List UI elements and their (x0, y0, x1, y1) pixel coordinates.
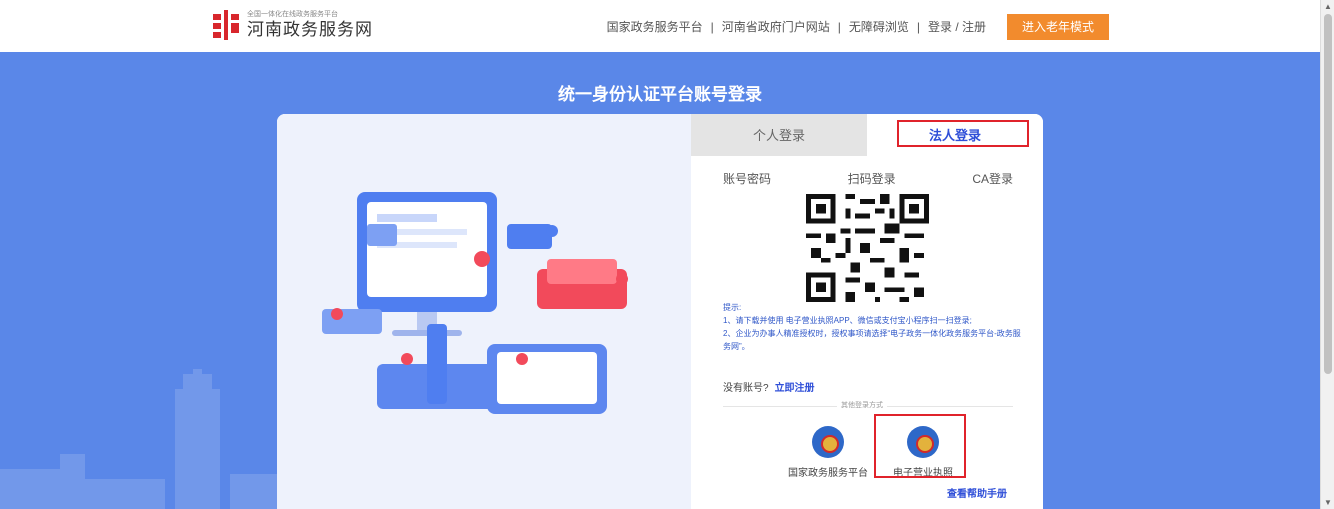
logo-subtitle: 全国一体化在线政务服务平台 (247, 11, 338, 18)
login-tabs: 个人登录 法人登录 (691, 114, 1043, 156)
page-title: 统一身份认证平台账号登录 (558, 85, 762, 104)
other-login-national-label: 国家政务服务平台 (788, 468, 868, 479)
tab-legal-login[interactable]: 法人登录 (867, 114, 1043, 156)
scroll-up-icon[interactable]: ▲ (1324, 2, 1332, 11)
tips-heading: 提示: (723, 303, 742, 312)
scrollbar[interactable]: ▲ ▼ (1320, 0, 1334, 509)
no-account-text: 没有账号? (723, 383, 769, 394)
site-header: 全国一体化在线政务服务平台 河南政务服务网 国家政务服务平台 | 河南省政府门户… (0, 0, 1320, 52)
office-illustration (277, 114, 691, 509)
subtab-password[interactable]: 账号密码 (723, 170, 771, 187)
subtab-scan[interactable]: 扫码登录 (848, 170, 896, 187)
nav-login-register[interactable]: 登录 / 注册 (928, 18, 986, 35)
elder-mode-button[interactable]: 进入老年模式 (1007, 14, 1109, 40)
subtab-ca[interactable]: CA登录 (972, 170, 1013, 187)
other-login-label: 其他登录方式 (837, 400, 887, 410)
tips-line-1: 1、请下载并使用 电子营业执照APP、微信或支付宝小程序扫一扫登录; (723, 316, 972, 325)
register-row: 没有账号? 立即注册 (723, 379, 815, 394)
nav-province-portal[interactable]: 河南省政府门户网站 (722, 18, 830, 35)
logo-icon (213, 10, 239, 40)
qr-code (806, 194, 929, 302)
login-tips: 提示: 1、请下载并使用 电子营业执照APP、微信或支付宝小程序扫一扫登录; 2… (723, 301, 1023, 353)
tab-personal-login[interactable]: 个人登录 (691, 114, 867, 156)
tips-line-2: 2、企业为办事人精准授权时，授权事项请选择“电子政务一体化政务服务平台-政务服务… (723, 329, 1021, 351)
skyline-illustration (0, 369, 280, 509)
site-logo[interactable]: 全国一体化在线政务服务平台 河南政务服务网 (211, 10, 373, 40)
scroll-down-icon[interactable]: ▼ (1324, 498, 1332, 507)
nav-separator: | (916, 19, 920, 34)
nav-national-platform[interactable]: 国家政务服务平台 (607, 18, 703, 35)
other-login-national-platform[interactable]: 国家政务服务平台 (783, 426, 873, 479)
national-emblem-icon (812, 426, 844, 458)
nav-separator: | (710, 19, 714, 34)
nav-accessible[interactable]: 无障碍浏览 (849, 18, 909, 35)
highlight-box (874, 414, 966, 478)
login-card: 个人登录 法人登录 账号密码 扫码登录 CA登录 提示: 1、请下载并使用 电子… (277, 114, 1043, 509)
top-nav: 国家政务服务平台 | 河南省政府门户网站 | 无障碍浏览 | 登录 / 注册 (607, 18, 986, 35)
nav-separator: | (837, 19, 841, 34)
help-manual-link[interactable]: 查看帮助手册 (947, 485, 1007, 500)
logo-title: 河南政务服务网 (247, 20, 373, 39)
highlight-box (897, 120, 1029, 147)
scroll-thumb[interactable] (1324, 14, 1332, 374)
login-method-tabs: 账号密码 扫码登录 CA登录 (723, 170, 1013, 187)
register-link[interactable]: 立即注册 (775, 383, 815, 394)
login-panel: 个人登录 法人登录 账号密码 扫码登录 CA登录 提示: 1、请下载并使用 电子… (691, 114, 1043, 509)
